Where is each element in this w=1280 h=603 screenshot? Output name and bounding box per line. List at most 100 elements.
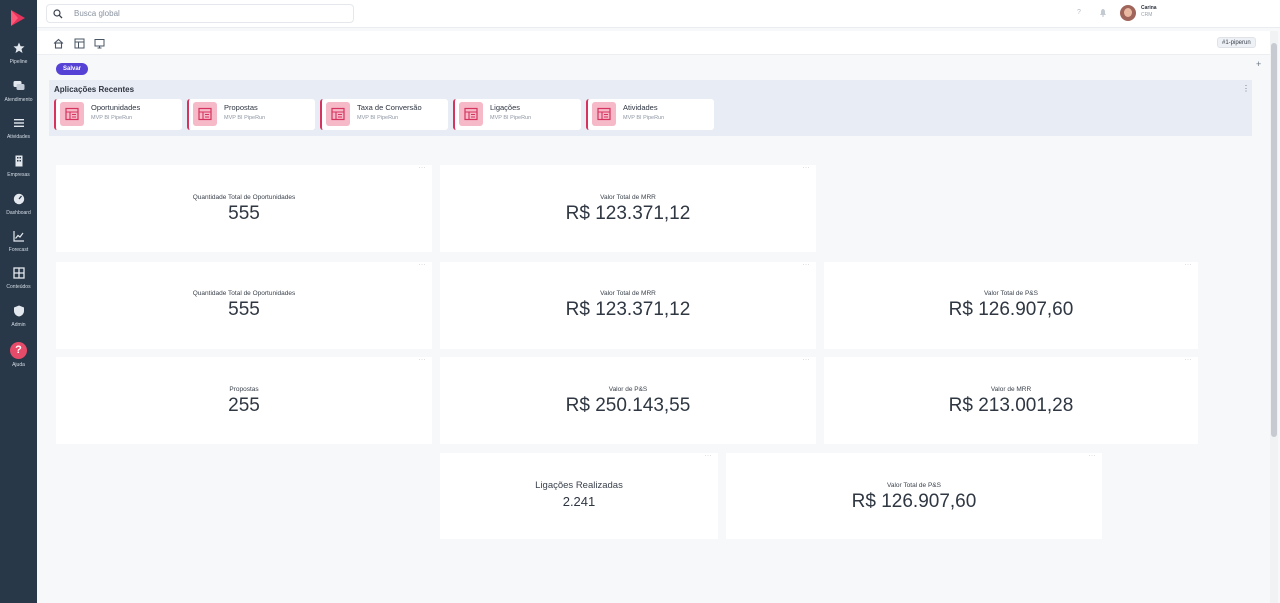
more-icon[interactable]: ···: [803, 357, 811, 363]
sidebar-item-dashboard[interactable]: Dashboard: [0, 193, 37, 227]
sidebar-item-label: Conteúdos: [6, 284, 31, 290]
kpi-card[interactable]: ··· Quantidade Total de Oportunidades 55…: [56, 262, 432, 349]
kpi-value: R$ 123.371,12: [565, 299, 691, 320]
help-icon: ?: [10, 342, 27, 359]
scrollbar-thumb[interactable]: [1271, 43, 1277, 437]
kpi-label: Ligações Realizadas: [535, 480, 623, 491]
sidebar-item-atividades[interactable]: Atividades: [0, 117, 37, 151]
kpi-card[interactable]: ··· Valor Total de MRR R$ 123.371,12: [440, 165, 816, 252]
more-icon[interactable]: ···: [803, 262, 811, 268]
recent-app-sub: MVP BI PipeRun: [357, 115, 399, 121]
kpi-value: R$ 123.371,12: [565, 203, 691, 224]
more-icon[interactable]: ⋮: [1242, 84, 1250, 93]
kpi-value: R$ 126.907,60: [948, 299, 1074, 320]
grid-icon: [12, 267, 25, 279]
layout-icon[interactable]: [74, 38, 85, 49]
kpi-card[interactable]: ··· Propostas 255: [56, 357, 432, 444]
kpi-label: Valor Total de MRR: [600, 194, 656, 201]
kpi-value: R$ 213.001,28: [948, 395, 1074, 416]
sidebar-item-forecast[interactable]: Forecast: [0, 230, 37, 264]
dashboard-toolbar: #1-piperun: [37, 31, 1270, 55]
building-icon: [15, 155, 22, 167]
more-icon[interactable]: ···: [419, 262, 427, 268]
recent-app-sub: MVP BI PipeRun: [224, 115, 266, 121]
help-icon[interactable]: ?: [1077, 9, 1081, 16]
more-icon[interactable]: ···: [419, 165, 427, 171]
more-icon[interactable]: ···: [1185, 262, 1193, 268]
recent-app-card[interactable]: Ligações MVP BI PipeRun: [453, 99, 581, 130]
kpi-value: 555: [228, 299, 260, 320]
home-icon[interactable]: [53, 38, 64, 49]
recent-apps-title: Aplicações Recentes: [54, 85, 135, 94]
present-icon[interactable]: [94, 38, 105, 49]
add-icon[interactable]: +: [1256, 59, 1261, 69]
recent-app-card[interactable]: Atividades MVP BI PipeRun: [586, 99, 714, 130]
chart-line-icon: [12, 231, 24, 242]
star-icon: [13, 42, 24, 53]
more-icon[interactable]: ···: [803, 165, 811, 171]
kpi-label: Valor de P&S: [608, 386, 648, 393]
top-bar: Busca global ? Carina CRM: [37, 0, 1280, 28]
sidebar-item-label: Atendimento: [4, 97, 33, 103]
recent-app-sub: MVP BI PipeRun: [623, 115, 665, 121]
kpi-label: Valor Total de MRR: [600, 290, 656, 297]
user-name[interactable]: Carina: [1141, 5, 1157, 11]
app-logo[interactable]: [9, 9, 27, 27]
recent-app-sub: MVP BI PipeRun: [91, 115, 133, 121]
search-input[interactable]: Busca global: [74, 9, 120, 18]
sidebar-item-label: Dashboard: [6, 210, 31, 216]
kpi-card[interactable]: ··· Ligações Realizadas 2.241: [440, 453, 718, 539]
sidebar-item-label: Ajuda: [12, 362, 25, 368]
recent-app-card[interactable]: Oportunidades MVP BI PipeRun: [54, 99, 182, 130]
sidebar-item-admin[interactable]: Admin: [0, 305, 37, 339]
calendar-icon: [60, 102, 84, 126]
calendar-icon: [326, 102, 350, 126]
kpi-card[interactable]: ··· Valor Total de MRR R$ 123.371,12: [440, 262, 816, 349]
kpi-value: R$ 250.143,55: [565, 395, 691, 416]
global-search[interactable]: Busca global: [46, 4, 354, 23]
sidebar-item-empresas[interactable]: Empresas: [0, 155, 37, 189]
kpi-label: Propostas: [229, 386, 259, 393]
shield-icon: [13, 305, 24, 317]
sidebar: Pipeline Atendimento Atividades Empresas…: [0, 0, 37, 603]
kpi-value: 255: [228, 395, 260, 416]
more-icon[interactable]: ···: [419, 357, 427, 363]
sidebar-item-label: Atividades: [6, 134, 31, 140]
calendar-icon: [459, 102, 483, 126]
recent-app-name: Oportunidades: [91, 103, 141, 112]
sidebar-item-atendimento[interactable]: Atendimento: [0, 80, 37, 114]
save-button[interactable]: Salvar: [56, 63, 88, 75]
recent-app-name: Taxa de Conversão: [357, 103, 422, 112]
avatar[interactable]: [1120, 5, 1136, 21]
recent-app-card[interactable]: Taxa de Conversão MVP BI PipeRun: [320, 99, 448, 130]
recent-app-card[interactable]: Propostas MVP BI PipeRun: [187, 99, 315, 130]
sidebar-item-ajuda[interactable]: ? Ajuda: [0, 342, 37, 376]
kpi-label: Valor Total de P&S: [984, 290, 1038, 297]
sidebar-item-label: Empresas: [7, 172, 30, 178]
kpi-card[interactable]: ··· Valor Total de P&S R$ 126.907,60: [726, 453, 1102, 539]
kpi-label: Quantidade Total de Oportunidades: [192, 290, 296, 297]
kpi-card[interactable]: ··· Valor de P&S R$ 250.143,55: [440, 357, 816, 444]
more-icon[interactable]: ···: [1089, 453, 1097, 459]
dashboard-tag[interactable]: #1-piperun: [1217, 37, 1256, 48]
kpi-card[interactable]: ··· Valor Total de P&S R$ 126.907,60: [824, 262, 1198, 349]
kpi-value: 555: [228, 203, 260, 224]
more-icon[interactable]: ···: [1185, 357, 1193, 363]
recent-app-sub: MVP BI PipeRun: [490, 115, 532, 121]
recent-app-name: Propostas: [224, 103, 258, 112]
kpi-label: Quantidade Total de Oportunidades: [192, 194, 296, 201]
kpi-value: 2.241: [562, 494, 596, 509]
calendar-icon: [592, 102, 616, 126]
sidebar-item-label: Forecast: [8, 247, 29, 253]
sidebar-item-conteudos[interactable]: Conteúdos: [0, 267, 37, 301]
bell-icon[interactable]: [1099, 8, 1107, 17]
sidebar-item-label: Admin: [11, 322, 26, 328]
calendar-icon: [193, 102, 217, 126]
more-icon[interactable]: ···: [705, 453, 713, 459]
kpi-label: Valor Total de P&S: [887, 482, 941, 489]
sidebar-item-pipeline[interactable]: Pipeline: [0, 42, 37, 76]
kpi-card[interactable]: ··· Valor de MRR R$ 213.001,28: [824, 357, 1198, 444]
gauge-icon: [13, 193, 24, 205]
list-icon: [13, 119, 24, 127]
kpi-card[interactable]: ··· Quantidade Total de Oportunidades 55…: [56, 165, 432, 252]
